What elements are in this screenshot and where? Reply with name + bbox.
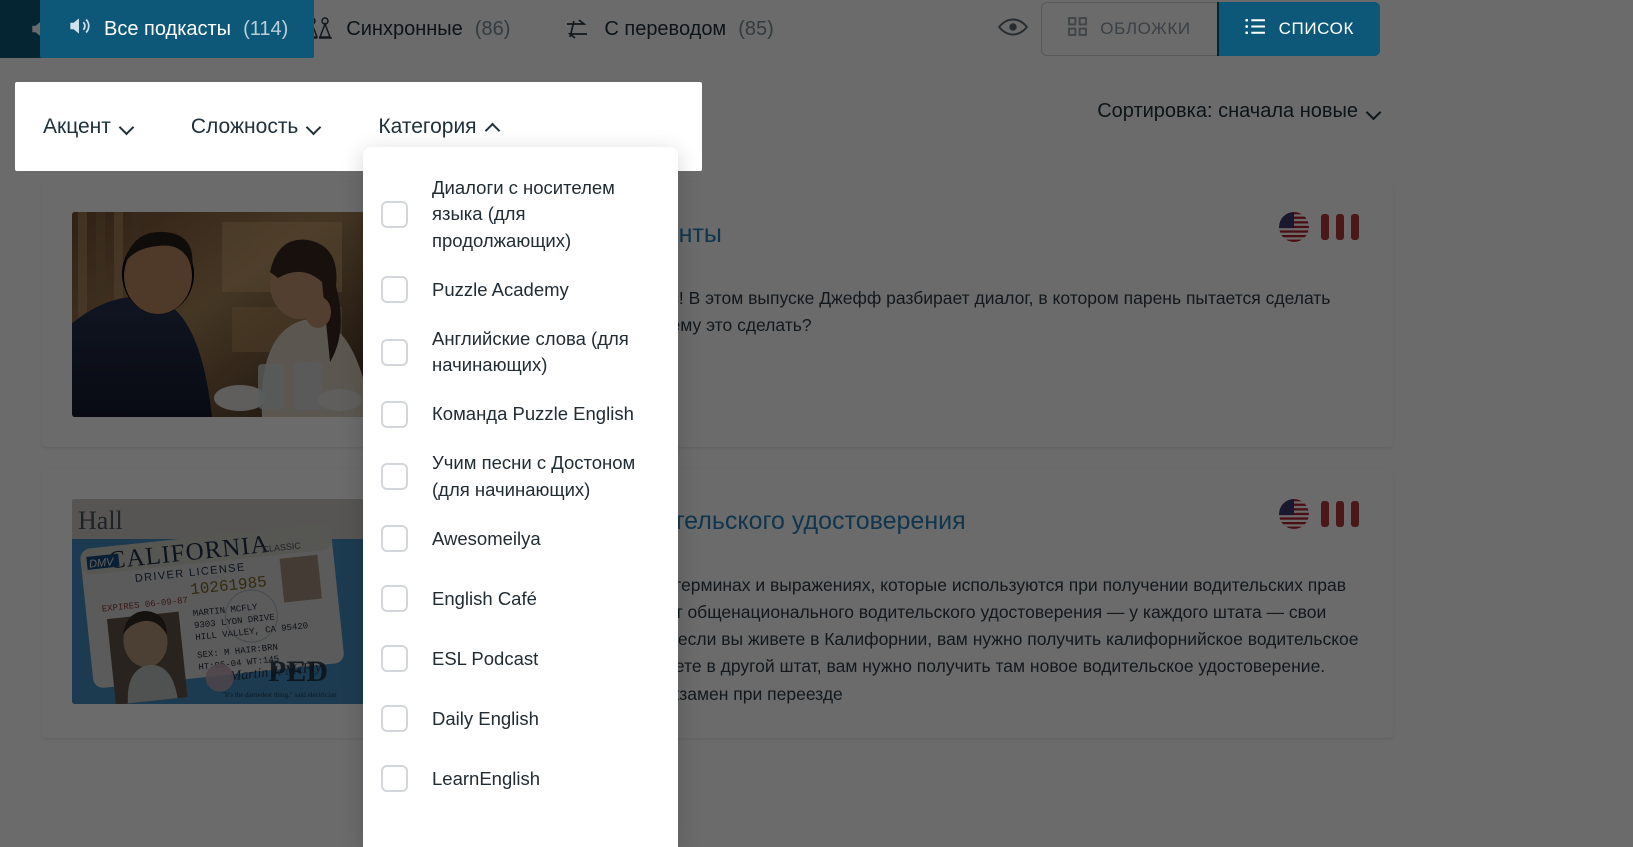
category-option-label: LearnEnglish bbox=[432, 767, 540, 789]
list-icon bbox=[1244, 18, 1266, 40]
checkbox[interactable] bbox=[381, 276, 408, 304]
category-option[interactable]: Команда Puzzle English bbox=[381, 384, 660, 444]
category-option-label: Английские слова (для начинающих) bbox=[432, 327, 629, 376]
filter-difficulty-label: Сложность bbox=[190, 114, 299, 138]
checkbox[interactable] bbox=[381, 585, 408, 613]
view-list-label: СПИСОК bbox=[1278, 19, 1354, 38]
checkbox[interactable] bbox=[381, 200, 408, 228]
checkbox[interactable] bbox=[381, 400, 408, 428]
category-option[interactable]: Учим песни с Достоном (для начинающих) bbox=[381, 444, 660, 509]
filter-accent-label: Акцент bbox=[43, 114, 111, 138]
chevron-down-icon bbox=[120, 120, 133, 133]
category-option-label: Учим песни с Достоном (для начинающих) bbox=[432, 452, 636, 500]
category-option[interactable]: Puzzle Academy bbox=[381, 260, 660, 320]
checkbox[interactable] bbox=[381, 525, 408, 553]
popup-layer: Все подкасты (114) СПИСОК Акцент Сложнос… bbox=[0, 0, 1633, 847]
speaker-icon bbox=[66, 13, 92, 45]
checkbox[interactable] bbox=[381, 645, 408, 673]
category-option[interactable]: LearnEnglish bbox=[381, 749, 660, 809]
category-option[interactable]: English Café bbox=[381, 569, 660, 629]
category-option-label: Диалоги с носителем языка (для продолжаю… bbox=[432, 177, 615, 251]
checkbox[interactable] bbox=[381, 705, 408, 733]
chevron-down-icon bbox=[307, 120, 320, 133]
checkbox[interactable] bbox=[381, 765, 408, 793]
filter-difficulty[interactable]: Сложность bbox=[191, 115, 320, 139]
tab-count: (114) bbox=[243, 17, 289, 40]
category-option[interactable]: ESL Podcast bbox=[381, 629, 660, 689]
chevron-up-icon bbox=[486, 120, 499, 133]
category-option[interactable]: Daily English bbox=[381, 689, 660, 749]
category-option-label: Команда Puzzle English bbox=[432, 403, 634, 425]
filter-accent[interactable]: Акцент bbox=[43, 115, 133, 139]
category-option-label: Awesomeilya bbox=[432, 527, 541, 549]
category-option[interactable]: Английские слова (для начинающих) bbox=[381, 320, 660, 385]
view-list-button-highlight[interactable]: СПИСОК bbox=[1218, 2, 1380, 56]
tab-all-podcasts-highlight[interactable]: Все подкасты (114) bbox=[40, 0, 315, 58]
checkbox[interactable] bbox=[381, 463, 408, 491]
category-option-label: ESL Podcast bbox=[432, 647, 539, 669]
filter-category[interactable]: Категория bbox=[378, 115, 498, 139]
filter-category-label: Категория bbox=[378, 114, 477, 138]
category-option-label: Puzzle Academy bbox=[432, 278, 569, 300]
app-root: Все подкасты (114) Синхронные (86) bbox=[0, 0, 1633, 847]
category-option-label: English Café bbox=[432, 587, 537, 609]
category-option[interactable]: Awesomeilya bbox=[381, 509, 660, 569]
tab-label: Все подкасты bbox=[104, 17, 232, 40]
category-option[interactable]: Диалоги с носителем языка (для продолжаю… bbox=[381, 169, 660, 260]
checkbox[interactable] bbox=[381, 338, 408, 366]
category-option-label: Daily English bbox=[432, 707, 539, 729]
category-dropdown[interactable]: Диалоги с носителем языка (для продолжаю… bbox=[363, 147, 678, 847]
